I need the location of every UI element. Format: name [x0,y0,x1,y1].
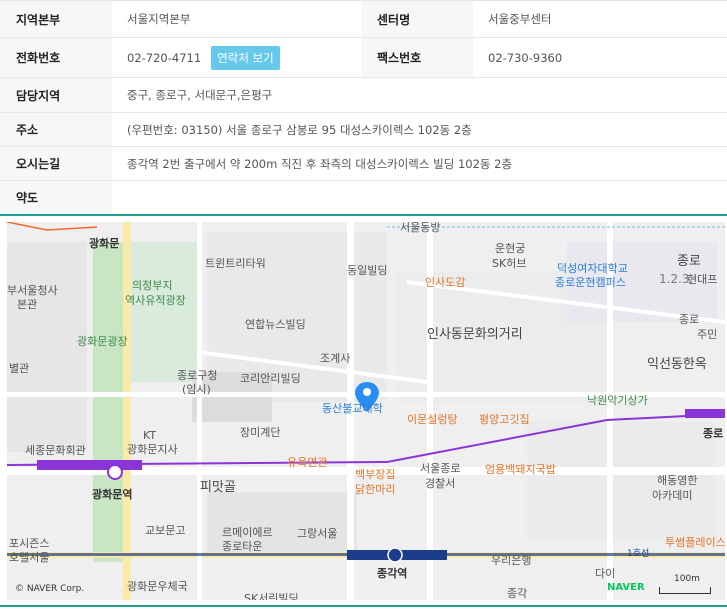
map-label-jangmi: 장미계단 [240,426,280,439]
map-label-duksung2: 종로운현캠퍼스 [555,276,626,289]
directions-label: 오시는길 [0,147,112,180]
map-label-le-meilleur: 르메이에르 [222,526,273,539]
map-label-imun: 이문설렁탕 [407,413,458,426]
map-label-gwanghwamun-square: 광화문광장 [77,335,128,348]
map-label-gyobomungo: 교보문고 [145,524,185,537]
map-label-jongno-123: 종로 [677,254,701,269]
row-directions: 오시는길 종각역 2번 출구에서 약 200m 직진 후 좌측의 대성스카이렉스… [0,147,727,181]
map-label-haedong2: 아카데미 [652,489,692,502]
map-label-duksung: 덕성여자대학교 [557,262,628,275]
map-label-jongro-ju2: 주민 [697,328,717,341]
directions-value: 종각역 2번 출구에서 약 200m 직진 후 좌측의 대성스카이렉스 빌딩 1… [127,156,513,171]
fax-label: 팩스번호 [361,38,473,77]
center-info-table: 지역본부 서울지역본부 센터명 서울중부센터 전화번호 02-720-4711 … [0,0,727,216]
map-label-eomyong: 엄용백돼지국밥 [485,463,556,476]
map-label-posijeuns2: 호텔서울 [9,551,49,564]
map-label-annex: 별관 [9,362,29,375]
station-1-icon [387,547,403,563]
row-hq: 지역본부 서울지역본부 센터명 서울중부센터 [0,1,727,38]
map-label-gwanghwamun-station: 광화문역 [92,487,132,501]
map-label-posijeuns: 포시즌스 [9,537,49,550]
center-label: 센터명 [361,1,473,37]
map-label-hyundai: 현대프 [687,273,717,286]
map-label-le-meilleur2: 종로타운 [222,540,262,553]
map-label-jongno-office: 종로구청 [177,369,217,382]
map-label-woori: 우리은행 [491,554,531,567]
map-label-jongno-st: 종로 [703,427,723,440]
map-label-nakwon: 낙원악기상가 [587,394,648,407]
map-label-unhyeon2: SK허브 [492,257,526,270]
map-canvas[interactable]: 광화문 부서울청사 본관 의정부지 역사유적광장 광화문광장 별관 세종문화회관… [7,222,725,600]
map-label-baekbu2: 닭한마리 [355,483,395,496]
map-label-jongno-office2: (임시) [182,383,211,396]
map-label-seoul-jongno: 서울종로 [420,462,460,475]
map-label-jonggak-area: 종각 [507,587,527,600]
map-label-pimatgol: 피맛골 [200,480,236,495]
phone-value: 02-720-4711 [127,50,202,65]
row-phone: 전화번호 02-720-4711 연락처 보기 팩스번호 02-730-9360 [0,38,727,78]
map-label-insadogam: 인사도감 [425,276,465,289]
map-label-line1: 1호선 [627,548,649,559]
area-value: 중구, 종로구, 서대문구,은평구 [127,88,273,102]
map-label: 약도 [0,181,112,214]
contact-button[interactable]: 연락처 보기 [211,45,280,70]
map-label-tusseom: 투썸플레이스 [665,536,725,549]
address-label: 주소 [0,113,112,146]
map-scale: 100m [659,574,711,594]
map-scale-label: 100m [674,574,700,584]
map-label-unhyeon: 운현궁 [495,242,525,255]
map-copyright: © NAVER Corp. [15,584,85,594]
map-label-jongro-ju: 종로 [679,313,699,326]
area-label: 담당지역 [0,78,112,112]
map-label-sejong: 세종문화회관 [25,444,86,457]
center-value: 서울중부센터 [488,12,552,26]
location-map[interactable]: 광화문 부서울청사 본관 의정부지 역사유적광장 광화문광장 별관 세종문화회관… [7,222,725,600]
phone-label: 전화번호 [0,38,112,77]
hq-value: 서울지역본부 [127,12,191,26]
map-label-iksun: 익선동한옥 [647,357,707,372]
hq-label: 지역본부 [0,1,112,37]
map-label-dongsan: 동산불교대학 [322,402,383,415]
map-label-sk-building: SK서린빌딩 [244,592,299,600]
naver-logo: NAVER [607,582,645,593]
map-label-seoul-office: 부서울청사 [7,284,58,297]
map-label-kt: KT [143,429,156,442]
address-value: (우편번호: 03150) 서울 종로구 삼봉로 95 대성스카이렉스 102동… [127,122,472,137]
map-label-twin-tree: 트윈트리타워 [205,256,266,270]
phone-value-wrap: 02-720-4711 연락처 보기 [127,38,280,77]
map-label-gwanghwamun: 광화문 [89,236,119,250]
map-label-dongil: 동일빌딩 [347,263,387,277]
map-label-korean-building: 코리안리빌딩 [240,372,301,385]
map-label-jonggak: 종각역 [377,566,407,580]
map-label-yurumyeon: 유욕면관 [287,456,327,469]
map-label-seoul-dongbu: 서울동방 [400,222,440,234]
map-label-kt2: 광화문지사 [127,443,178,456]
map-label-uijeongbu: 의정부지 [132,279,172,292]
map-label-grand-seoul: 그랑서울 [297,527,337,540]
bottom-divider [0,605,727,607]
map-label-yonhap: 연합뉴스빌딩 [245,318,306,331]
map-label-gwanghwamun-post: 광화문우체국 [127,580,188,593]
map-label-pyeongyang: 평양고깃집 [479,413,530,426]
fax-value: 02-730-9360 [488,50,563,65]
map-label-uijeongbu2: 역사유적광장 [125,294,186,307]
row-area: 담당지역 중구, 종로구, 서대문구,은평구 [0,78,727,113]
row-address: 주소 (우편번호: 03150) 서울 종로구 삼봉로 95 대성스카이렉스 1… [0,113,727,147]
map-label-haedong: 해동영한 [657,473,697,487]
map-label-insadong: 인사동문화의거리 [427,327,523,342]
map-label-seoul-jongno2: 경찰서 [425,477,455,490]
map-label-daishin: 다이 [595,567,615,580]
map-label-seoul-office2: 본관 [17,298,37,311]
map-label-jogyesa: 조계사 [320,352,350,365]
row-map: 약도 [0,181,727,216]
station-5-icon [107,464,123,480]
map-label-baekbu: 백부장집 [355,468,395,481]
